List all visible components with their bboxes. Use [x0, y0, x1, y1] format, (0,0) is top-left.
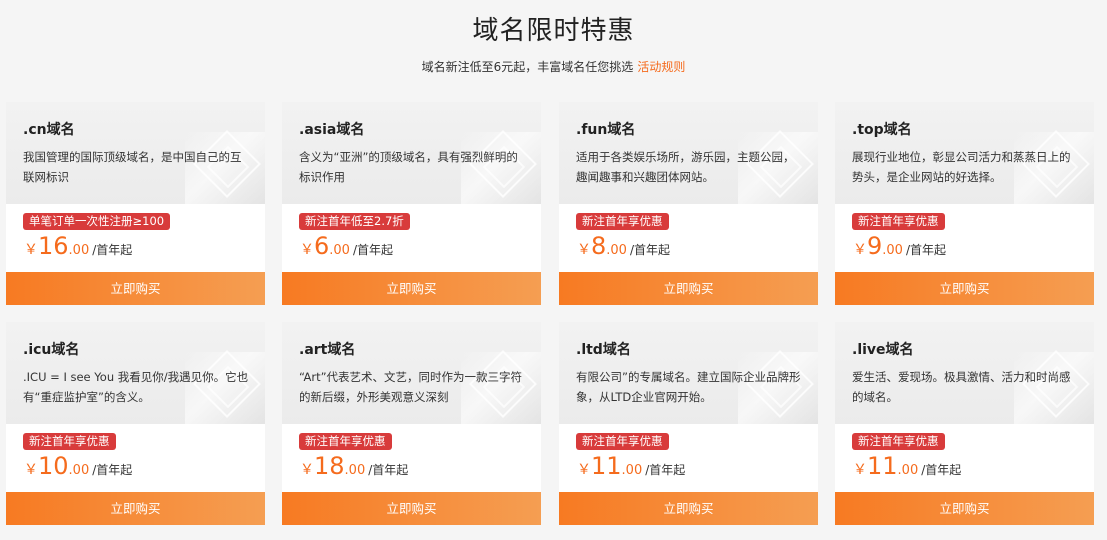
price-decimal: .00: [344, 463, 366, 478]
currency-symbol: ￥: [24, 242, 38, 258]
price-unit: /首年起: [905, 243, 947, 257]
subtitle-text: 域名新注低至6元起，丰富域名任您挑选: [421, 60, 634, 74]
promo-badge: 新注首年享优惠: [852, 213, 945, 230]
price: ￥16.00/首年起: [24, 232, 132, 260]
domain-name: .icu域名: [23, 342, 80, 358]
price: ￥11.00/首年起: [577, 452, 685, 480]
domain-name: .asia域名: [299, 122, 365, 138]
promo-badge: 新注首年享优惠: [299, 433, 392, 450]
domain-description: 展现行业地位，彰显公司活力和蒸蒸日上的势头，是企业网站的好选择。: [852, 150, 1071, 184]
domain-description: 适用于各类娱乐场所，游乐园，主题公园，趣闻趣事和兴趣团体网站。: [576, 150, 795, 184]
page-title: 域名限时特惠: [472, 16, 635, 46]
domain-description: “Art”代表艺术、文艺，同时作为一款三字符的新后缀，外形美观意义深刻: [299, 370, 523, 404]
price-decimal: .00: [606, 243, 627, 258]
price-decimal: .00: [621, 463, 643, 478]
domain-name: .top域名: [852, 122, 912, 138]
buy-now-button[interactable]: 立即购买: [282, 272, 541, 305]
currency-symbol: ￥: [577, 462, 591, 478]
price-decimal: .00: [882, 243, 903, 258]
price-unit: /首年起: [368, 463, 409, 477]
currency-symbol: ￥: [853, 242, 867, 258]
domain-description: 爱生活、爱现场。极具激情、活力和时尚感的域名。: [852, 370, 1071, 404]
price-integer: 16: [38, 232, 69, 260]
domain-description: 有限公司”的专属域名。建立国际企业品牌形象，从LTD企业官网开始。: [576, 370, 801, 404]
buy-now-button[interactable]: 立即购买: [559, 492, 818, 525]
price-unit: /首年起: [352, 243, 394, 257]
domain-card: .fun域名 适用于各类娱乐场所，游乐园，主题公园，趣闻趣事和兴趣团体网站。 新…: [559, 102, 818, 305]
domain-description: 含义为“亚洲”的顶级域名，具有强烈鲜明的标识作用: [299, 150, 518, 184]
price-decimal: .00: [329, 243, 350, 258]
currency-symbol: ￥: [300, 462, 314, 478]
buy-now-button[interactable]: 立即购买: [835, 272, 1094, 305]
domain-name: .fun域名: [576, 122, 636, 138]
price-unit: /首年起: [645, 463, 686, 477]
domain-description: .ICU = I see You 我看见你/我遇见你。它也有“重症监护室”的含义…: [23, 370, 249, 404]
domain-card: .ltd域名 有限公司”的专属域名。建立国际企业品牌形象，从LTD企业官网开始。…: [559, 322, 818, 525]
buy-now-button[interactable]: 立即购买: [559, 272, 818, 305]
promo-badge: 新注首年享优惠: [23, 433, 116, 450]
price-decimal: .00: [68, 243, 90, 258]
domain-name: .cn域名: [23, 122, 75, 138]
buy-now-button[interactable]: 立即购买: [6, 272, 265, 305]
price-integer: 11: [867, 452, 898, 480]
domain-card: .live域名 爱生活、爱现场。极具激情、活力和时尚感的域名。 新注首年享优惠 …: [835, 322, 1094, 525]
domain-card: .icu域名 .ICU = I see You 我看见你/我遇见你。它也有“重症…: [6, 322, 265, 525]
promo-badge: 新注首年低至2.7折: [299, 213, 410, 230]
buy-now-button[interactable]: 立即购买: [282, 492, 541, 525]
price: ￥10.00/首年起: [24, 452, 132, 480]
page-subtitle: 域名新注低至6元起，丰富域名任您挑选 活动规则: [0, 58, 1107, 75]
price: ￥11.00/首年起: [853, 452, 961, 480]
promo-badge: 新注首年享优惠: [576, 433, 669, 450]
currency-symbol: ￥: [577, 242, 591, 258]
price-integer: 8: [591, 232, 607, 260]
domain-name: .art域名: [299, 342, 356, 358]
domain-card: .cn域名 我国管理的国际顶级域名，是中国自己的互联网标识 单笔订单一次性注册≥…: [6, 102, 265, 305]
buy-now-button[interactable]: 立即购买: [6, 492, 265, 525]
domain-card: .top域名 展现行业地位，彰显公司活力和蒸蒸日上的势头，是企业网站的好选择。 …: [835, 102, 1094, 305]
price-integer: 10: [38, 452, 69, 480]
domain-name: .live域名: [852, 342, 914, 358]
price-integer: 18: [314, 452, 345, 480]
buy-now-button[interactable]: 立即购买: [835, 492, 1094, 525]
domain-description: 我国管理的国际顶级域名，是中国自己的互联网标识: [23, 150, 242, 184]
price: ￥18.00/首年起: [300, 452, 408, 480]
price-decimal: .00: [897, 463, 919, 478]
price: ￥9.00/首年起: [853, 232, 946, 260]
promo-badge: 单笔订单一次性注册≥100: [23, 213, 171, 230]
domain-card: .asia域名 含义为“亚洲”的顶级域名，具有强烈鲜明的标识作用 新注首年低至2…: [282, 102, 541, 305]
price: ￥8.00/首年起: [577, 232, 670, 260]
domain-name: .ltd域名: [576, 342, 631, 358]
rules-link[interactable]: 活动规则: [637, 60, 685, 74]
price-unit: /首年起: [92, 243, 133, 257]
price-integer: 9: [867, 232, 883, 260]
price-decimal: .00: [68, 463, 90, 478]
promo-badge: 新注首年享优惠: [852, 433, 945, 450]
price: ￥6.00/首年起: [300, 232, 393, 260]
price-integer: 11: [591, 452, 622, 480]
currency-symbol: ￥: [24, 462, 38, 478]
currency-symbol: ￥: [853, 462, 867, 478]
price-unit: /首年起: [921, 463, 962, 477]
domain-card: .art域名 “Art”代表艺术、文艺，同时作为一款三字符的新后缀，外形美观意义…: [282, 322, 541, 525]
price-unit: /首年起: [629, 243, 671, 257]
price-unit: /首年起: [92, 463, 133, 477]
price-integer: 6: [314, 232, 330, 260]
promo-badge: 新注首年享优惠: [576, 213, 669, 230]
currency-symbol: ￥: [300, 242, 314, 258]
